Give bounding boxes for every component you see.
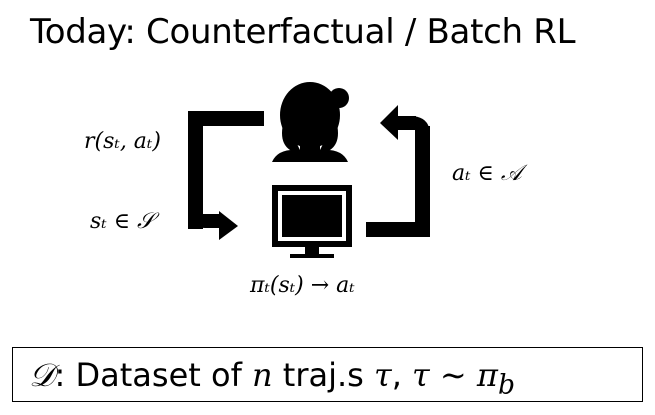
loop-arrow-down-right-icon bbox=[188, 111, 264, 240]
dataset-sub-b: b bbox=[497, 369, 516, 401]
dataset-prefix: : Dataset of bbox=[54, 356, 252, 394]
dataset-mid: traj.s bbox=[272, 356, 374, 394]
action-label: aₜ ∈ 𝒜 bbox=[452, 161, 522, 186]
dataset-statement: 𝒟: Dataset of n traj.s τ, τ ∼ πb bbox=[29, 356, 515, 404]
policy-label: πₜ(sₜ) → aₜ bbox=[250, 273, 355, 298]
computer-monitor-icon bbox=[272, 185, 352, 258]
dataset-tau-dist: τ ∼ π bbox=[412, 356, 498, 394]
person-head-icon bbox=[272, 82, 349, 162]
dataset-comma: , bbox=[391, 356, 413, 394]
loop-arrow-up-left-icon bbox=[366, 105, 430, 237]
dataset-symbol: 𝒟 bbox=[29, 356, 55, 394]
state-label: sₜ ∈ 𝒮 bbox=[90, 209, 155, 234]
reward-label: r(sₜ, aₜ) bbox=[84, 129, 161, 154]
dataset-n: n bbox=[252, 356, 273, 394]
dataset-tau: τ bbox=[374, 356, 392, 394]
dataset-box: 𝒟: Dataset of n traj.s τ, τ ∼ πb bbox=[12, 347, 643, 402]
